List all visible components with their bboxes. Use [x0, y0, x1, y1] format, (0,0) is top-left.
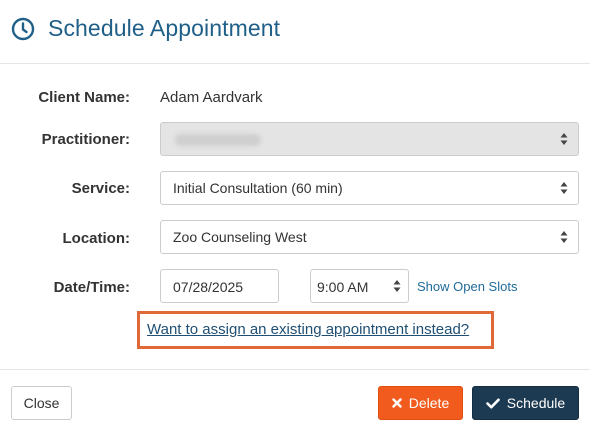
service-label: Service:: [71, 180, 130, 197]
location-label: Location:: [62, 230, 131, 247]
checkmark-icon: [485, 398, 500, 408]
practitioner-obscured-value: [175, 134, 261, 146]
assign-existing-appointment-link[interactable]: Want to assign an existing appointment i…: [147, 321, 469, 338]
practitioner-label: Practitioner:: [41, 131, 130, 148]
schedule-button[interactable]: Schedule: [472, 386, 579, 420]
client-name-value: Adam Aardvark: [160, 89, 263, 106]
select-arrows-icon: [560, 182, 568, 194]
x-icon: [392, 398, 402, 408]
location-select[interactable]: Zoo Counseling West: [160, 220, 579, 254]
delete-button[interactable]: Delete: [378, 386, 463, 420]
select-arrows-icon: [560, 133, 568, 145]
location-select-value: Zoo Counseling West: [173, 229, 307, 245]
dialog-header: Schedule Appointment: [0, 0, 590, 64]
select-arrows-icon: [393, 280, 401, 292]
clock-icon: [11, 17, 35, 41]
datetime-label: Date/Time:: [53, 279, 130, 296]
time-select-value: 9:00 AM: [317, 279, 369, 295]
assign-existing-highlight: Want to assign an existing appointment i…: [137, 311, 494, 349]
show-open-slots-link[interactable]: Show Open Slots: [417, 279, 517, 294]
schedule-button-label: Schedule: [506, 395, 566, 411]
dialog-title: Schedule Appointment: [48, 15, 281, 41]
client-name-label: Client Name:: [38, 89, 130, 106]
date-input-value: 07/28/2025: [173, 279, 244, 295]
close-button-label: Close: [23, 395, 60, 411]
close-button[interactable]: Close: [11, 386, 72, 420]
date-input[interactable]: 07/28/2025: [160, 269, 279, 303]
service-select-value: Initial Consultation (60 min): [173, 180, 343, 196]
dialog-footer: Close Delete Schedule: [0, 369, 590, 430]
time-select[interactable]: 9:00 AM: [310, 269, 409, 303]
service-select[interactable]: Initial Consultation (60 min): [160, 171, 579, 205]
select-arrows-icon: [560, 231, 568, 243]
practitioner-select[interactable]: [160, 122, 579, 156]
delete-button-label: Delete: [408, 395, 450, 411]
